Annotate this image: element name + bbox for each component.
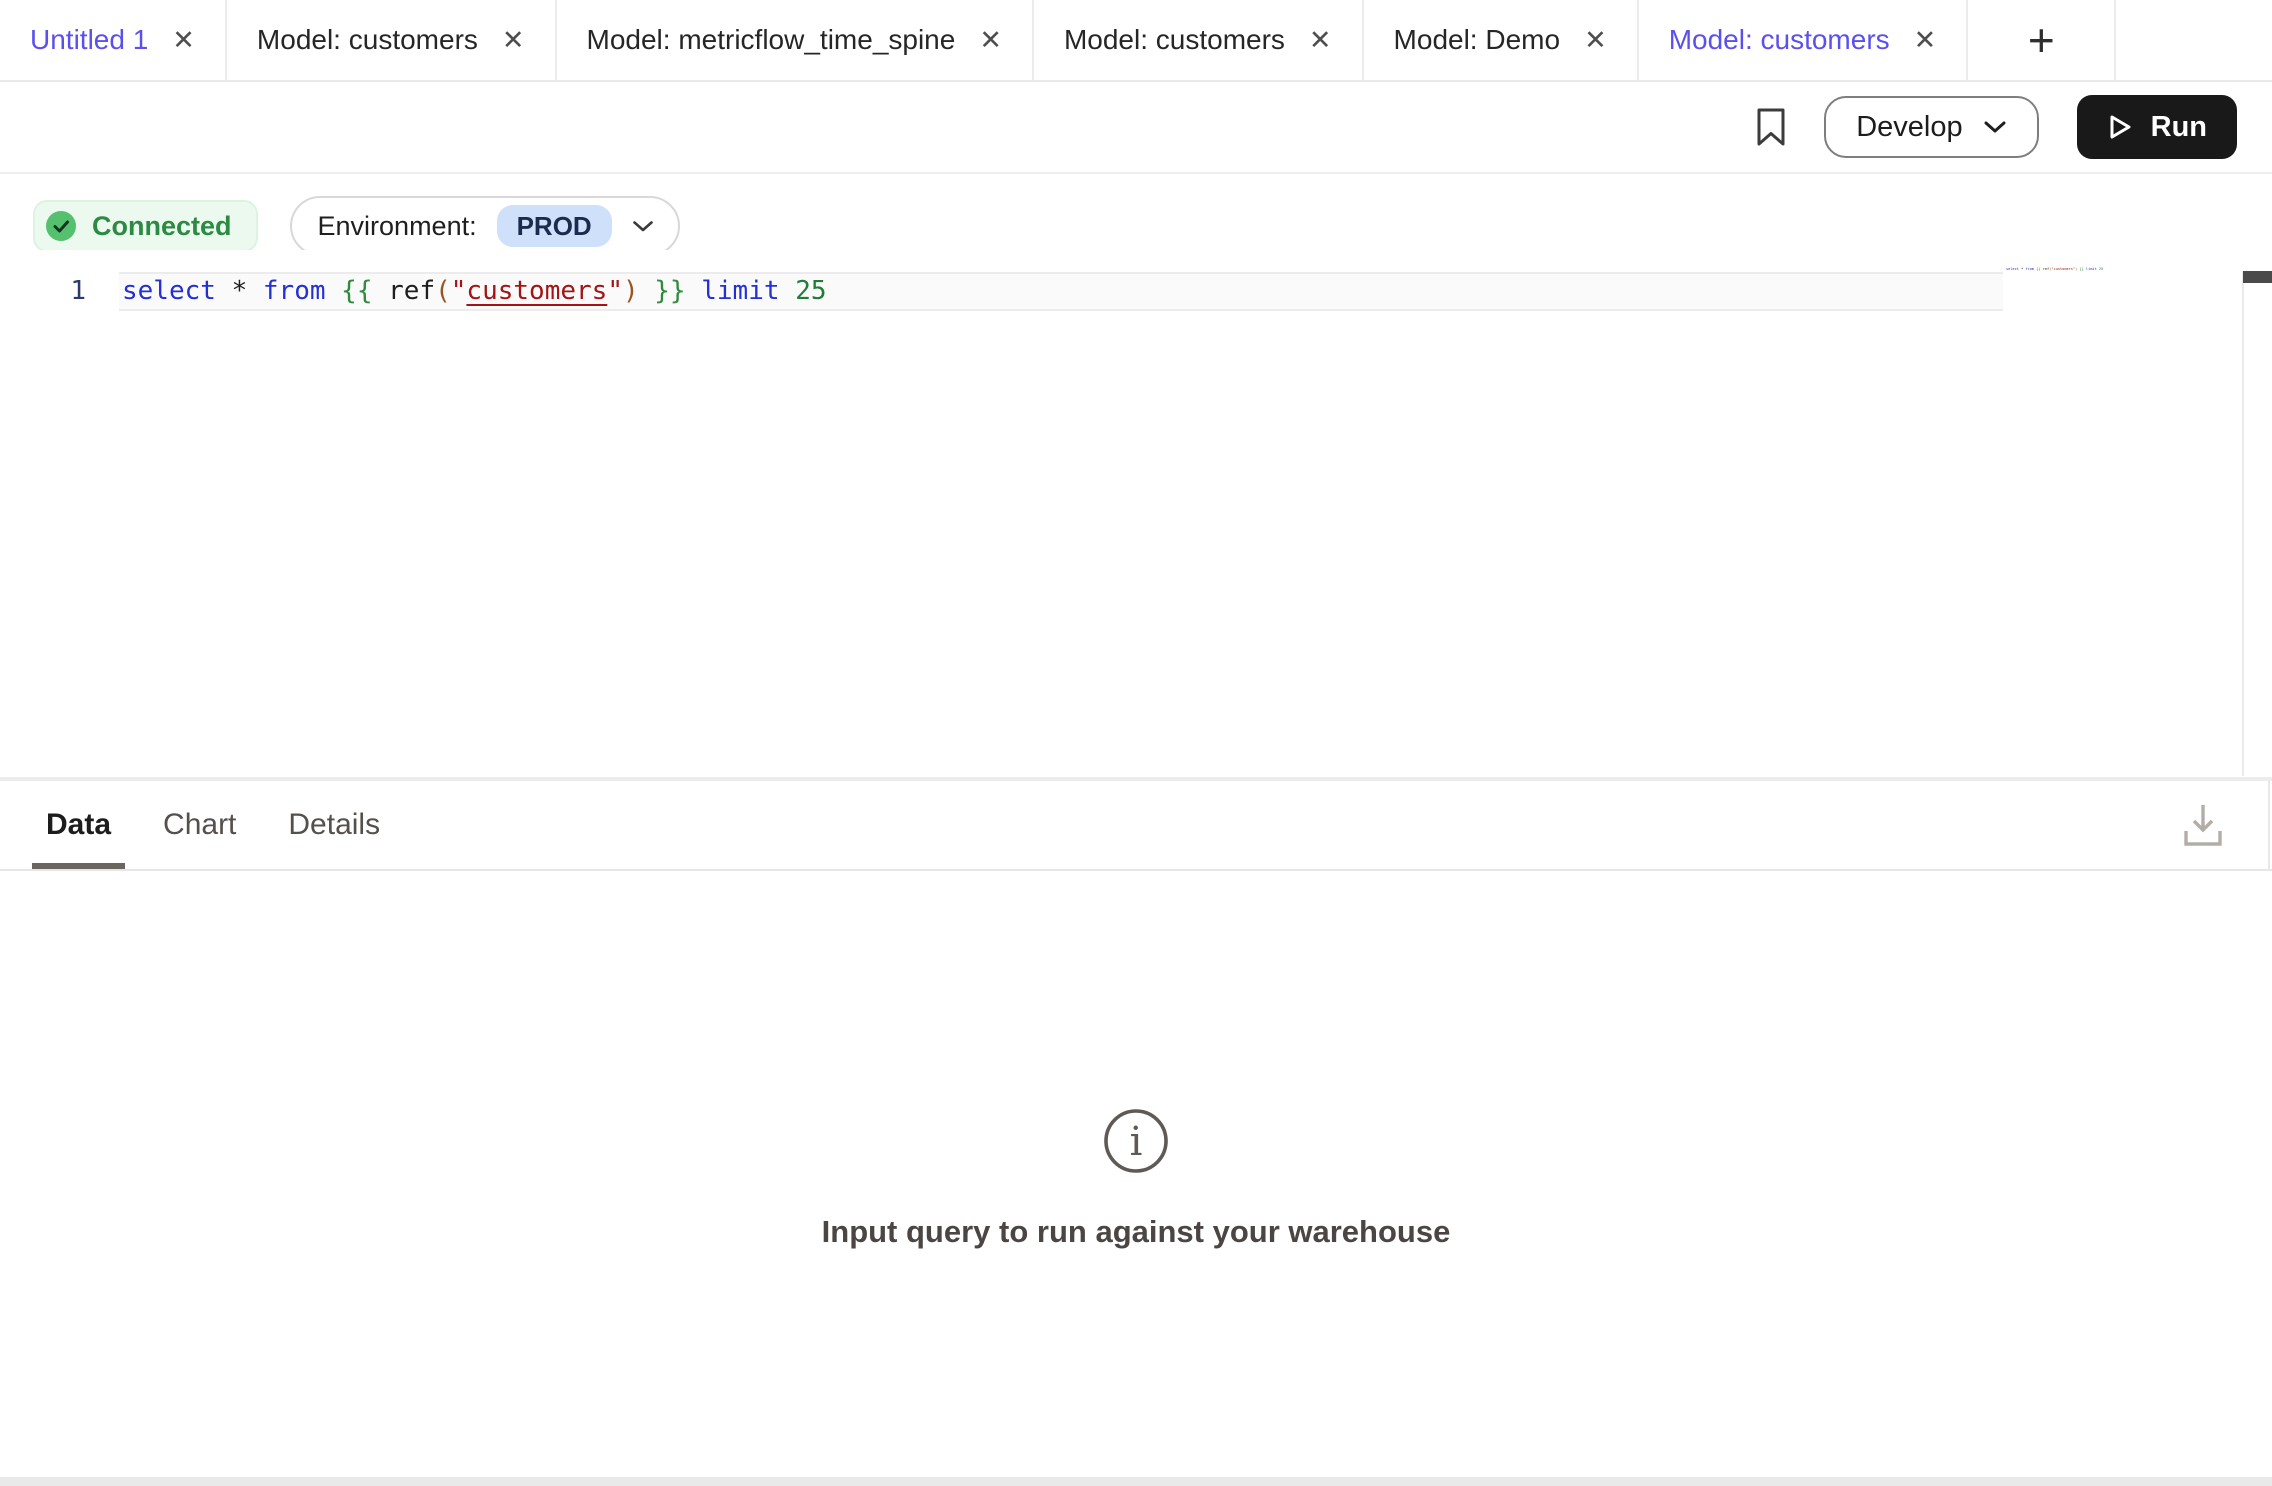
minimap-code-line: select * from {{ ref("customers") }} lim… xyxy=(2006,267,2103,271)
code-token: }} xyxy=(654,276,685,306)
code-token xyxy=(639,276,655,306)
sql-code-editor[interactable]: 1 select * from {{ ref("customers") }} l… xyxy=(0,250,2272,777)
code-token: limit xyxy=(701,276,779,306)
code-token xyxy=(372,276,388,306)
info-icon: i xyxy=(1103,1108,1169,1174)
editor-tab-bar: Untitled 1 ✕ Model: customers ✕ Model: m… xyxy=(0,0,2272,82)
tab-model-demo[interactable]: Model: Demo ✕ xyxy=(1364,0,1639,80)
code-token-ref-link[interactable]: customers xyxy=(466,276,607,306)
code-token xyxy=(780,276,796,306)
editor-minimap[interactable]: select * from {{ ref("customers") }} lim… xyxy=(2006,267,2103,271)
close-icon[interactable]: ✕ xyxy=(1309,27,1332,54)
code-token xyxy=(686,276,702,306)
close-icon[interactable]: ✕ xyxy=(1914,27,1937,54)
run-button[interactable]: Run xyxy=(2077,95,2237,159)
svg-text:i: i xyxy=(1130,1119,1143,1165)
code-token: ref xyxy=(388,276,435,306)
tab-label: Model: customers xyxy=(1669,24,1890,56)
plus-icon: + xyxy=(2028,13,2055,67)
status-bar-edge xyxy=(0,1477,2272,1486)
download-icon xyxy=(2180,800,2226,850)
tab-model-customers-2[interactable]: Model: customers ✕ xyxy=(1034,0,1364,80)
environment-value-badge: PROD xyxy=(497,205,612,247)
code-line[interactable]: select * from {{ ref("customers") }} lim… xyxy=(122,272,827,311)
check-icon xyxy=(45,210,77,242)
tab-label: Model: metricflow_time_spine xyxy=(587,24,956,56)
tab-model-customers-1[interactable]: Model: customers ✕ xyxy=(227,0,557,80)
code-token xyxy=(247,276,263,306)
bookmark-icon xyxy=(1756,107,1786,147)
code-token: " xyxy=(607,276,623,306)
empty-state-message: Input query to run against your warehous… xyxy=(822,1214,1451,1250)
play-icon xyxy=(2107,113,2133,141)
tab-chart[interactable]: Chart xyxy=(149,781,250,869)
bookmark-button[interactable] xyxy=(1756,107,1786,147)
tab-model-metricflow-time-spine[interactable]: Model: metricflow_time_spine ✕ xyxy=(557,0,1034,80)
code-token: ( xyxy=(435,276,451,306)
download-results-button[interactable] xyxy=(2180,800,2226,853)
code-token: * xyxy=(232,276,248,306)
develop-label: Develop xyxy=(1856,111,1962,144)
code-token: " xyxy=(451,276,467,306)
new-tab-button[interactable]: + xyxy=(1968,0,2116,80)
tab-untitled-1[interactable]: Untitled 1 ✕ xyxy=(0,0,227,80)
close-icon[interactable]: ✕ xyxy=(172,27,195,54)
run-label: Run xyxy=(2151,111,2207,144)
develop-dropdown-button[interactable]: Develop xyxy=(1824,96,2038,158)
code-token: {{ xyxy=(341,276,372,306)
code-token xyxy=(326,276,342,306)
connection-status-row: Connected Environment: PROD xyxy=(33,196,680,256)
environment-selector[interactable]: Environment: PROD xyxy=(290,196,680,256)
results-tab-bar: Data Chart Details xyxy=(32,781,394,869)
tab-model-customers-3[interactable]: Model: customers ✕ xyxy=(1639,0,1969,80)
close-icon[interactable]: ✕ xyxy=(1584,27,1607,54)
editor-scrollbar-track xyxy=(2242,271,2244,776)
connection-status-badge: Connected xyxy=(33,200,258,252)
line-number: 1 xyxy=(52,272,86,311)
code-token: from xyxy=(263,276,326,306)
chevron-down-icon xyxy=(1983,120,2007,134)
results-empty-state: i Input query to run against your wareho… xyxy=(0,1108,2272,1250)
results-tabbar-border xyxy=(0,869,2272,871)
tab-label: Model: Demo xyxy=(1394,24,1561,56)
tab-label: Model: customers xyxy=(257,24,478,56)
connection-status-label: Connected xyxy=(92,211,232,242)
editor-scrollbar-thumb[interactable] xyxy=(2243,271,2272,283)
code-token xyxy=(216,276,232,306)
environment-label: Environment: xyxy=(318,211,477,242)
close-icon[interactable]: ✕ xyxy=(979,27,1002,54)
tab-label: Model: customers xyxy=(1064,24,1285,56)
tab-data[interactable]: Data xyxy=(32,781,125,869)
code-token: ) xyxy=(623,276,639,306)
code-token: 25 xyxy=(795,276,826,306)
editor-toolbar: Develop Run xyxy=(0,82,2272,174)
results-panel-edge xyxy=(2268,781,2270,869)
tab-details[interactable]: Details xyxy=(274,781,394,869)
code-token: select xyxy=(122,276,216,306)
tab-label: Untitled 1 xyxy=(30,24,148,56)
chevron-down-icon xyxy=(632,220,654,233)
close-icon[interactable]: ✕ xyxy=(502,27,525,54)
